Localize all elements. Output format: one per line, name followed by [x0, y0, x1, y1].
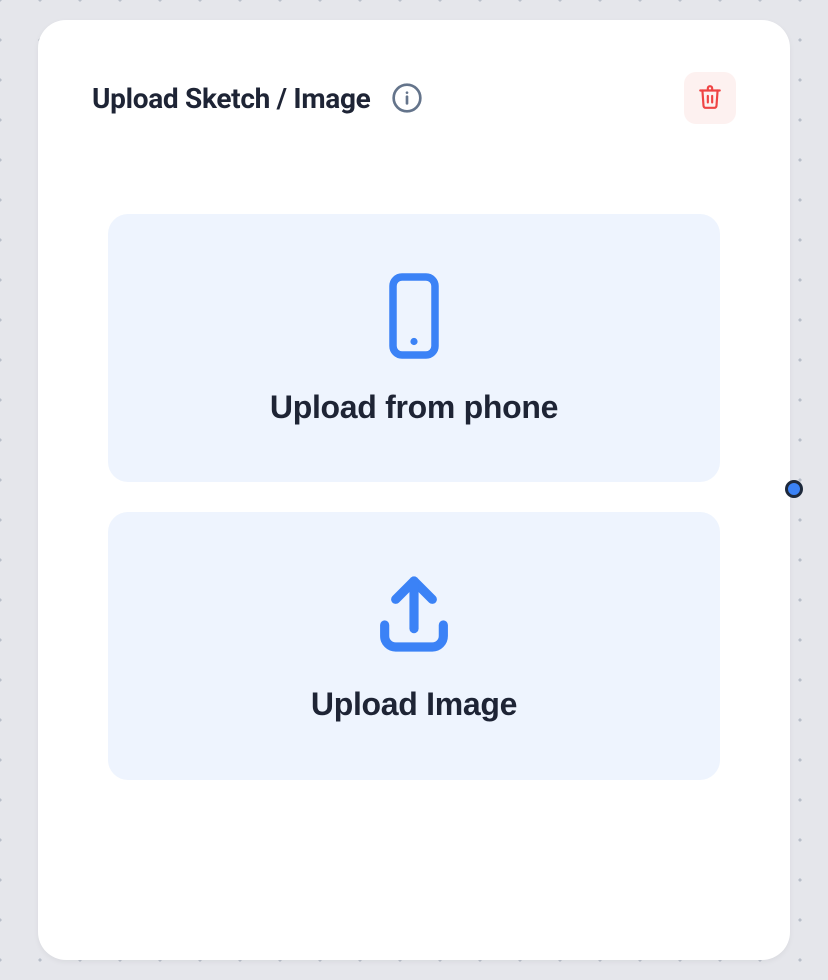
upload-card: Upload Sketch / Image — [38, 20, 790, 960]
header-left: Upload Sketch / Image — [92, 81, 424, 115]
upload-image-tile[interactable]: Upload Image — [108, 512, 720, 780]
node-output-handle[interactable] — [785, 480, 803, 498]
trash-icon — [697, 84, 723, 113]
upload-options: Upload from phone Upload Image — [92, 214, 736, 780]
upload-icon — [370, 570, 458, 658]
card-header: Upload Sketch / Image — [92, 72, 736, 124]
upload-image-label: Upload Image — [311, 686, 517, 723]
delete-button[interactable] — [684, 72, 736, 124]
card-title: Upload Sketch / Image — [92, 82, 370, 115]
upload-from-phone-tile[interactable]: Upload from phone — [108, 214, 720, 482]
upload-from-phone-label: Upload from phone — [270, 389, 558, 426]
phone-icon — [378, 271, 450, 361]
info-icon[interactable] — [390, 81, 424, 115]
